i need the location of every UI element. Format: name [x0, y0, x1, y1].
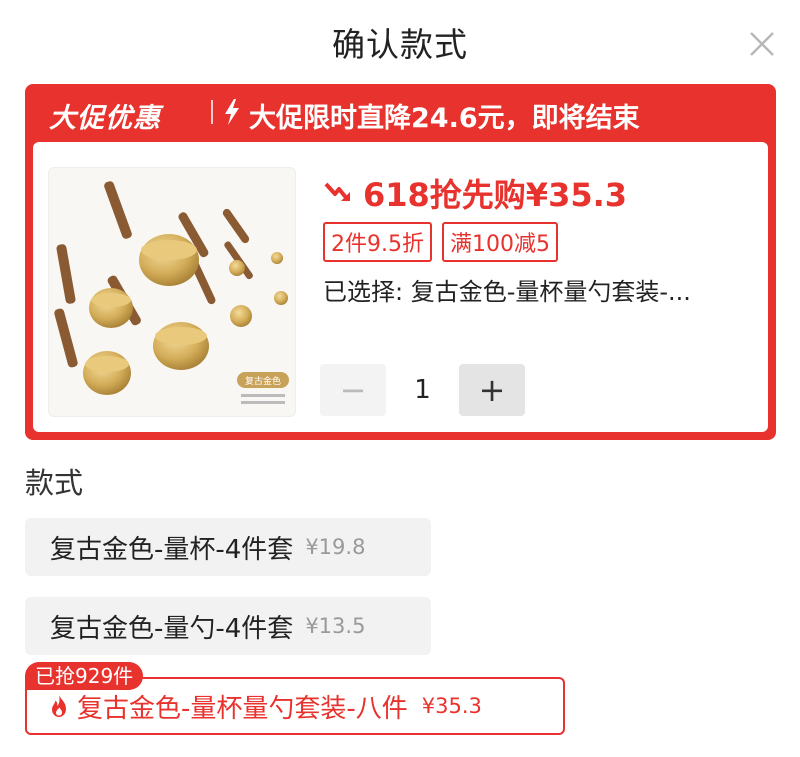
- page-title: 确认款式: [332, 25, 468, 64]
- style-option-cup-set[interactable]: 复古金色-量杯-4件套 ¥19.8: [25, 518, 431, 576]
- fire-icon: [52, 695, 66, 717]
- lightning-icon: [223, 98, 241, 126]
- coupon-badge: 满100减5: [442, 222, 558, 262]
- style-section-label: 款式: [25, 466, 84, 500]
- style-option-spoon-set[interactable]: 复古金色-量勺-4件套 ¥13.5: [25, 597, 431, 655]
- decrease-button[interactable]: −: [320, 364, 386, 416]
- quantity-value[interactable]: 1: [386, 375, 459, 405]
- coupon-list: 2件9.5折 满100减5: [323, 222, 558, 262]
- promo-header: 大促优惠 大促限时直降24.6元，即将结束: [25, 84, 776, 140]
- style-option-name: 复古金色-量杯量勺套装-八件: [77, 693, 408, 724]
- style-option-name: 复古金色-量杯-4件套: [50, 534, 294, 565]
- promo-countdown-text: 大促限时直降24.6元，即将结束: [249, 103, 640, 134]
- increase-button[interactable]: +: [459, 364, 525, 416]
- style-option-name: 复古金色-量勺-4件套: [50, 613, 294, 644]
- close-icon[interactable]: [746, 28, 778, 60]
- price-text: 618抢先购¥35.3: [363, 176, 628, 214]
- product-card: 复古金色 618抢先购¥35.3 2件9.5折 满100减5 已选择: 复古金色…: [33, 142, 768, 432]
- style-option-price: ¥19.8: [305, 535, 366, 559]
- coupon-badge: 2件9.5折: [323, 222, 432, 262]
- promo-tag: 大促优惠: [49, 103, 161, 134]
- product-image-label: 复古金色: [245, 375, 281, 387]
- promo-panel: 大促优惠 大促限时直降24.6元，即将结束 复古金色 618抢先购¥35.3 2…: [25, 84, 776, 440]
- sold-count-badge: 已抢929件: [25, 662, 144, 690]
- style-option-price: ¥13.5: [305, 614, 366, 638]
- selected-variant-text: 已选择: 复古金色-量杯量勺套装-...: [323, 278, 691, 306]
- price-line: 618抢先购¥35.3: [323, 170, 627, 216]
- quantity-stepper: − 1 +: [320, 364, 525, 416]
- product-image[interactable]: 复古金色: [48, 167, 296, 417]
- promo-divider: [211, 100, 213, 124]
- price-drop-icon: [324, 182, 350, 202]
- style-option-price: ¥35.3: [421, 694, 482, 718]
